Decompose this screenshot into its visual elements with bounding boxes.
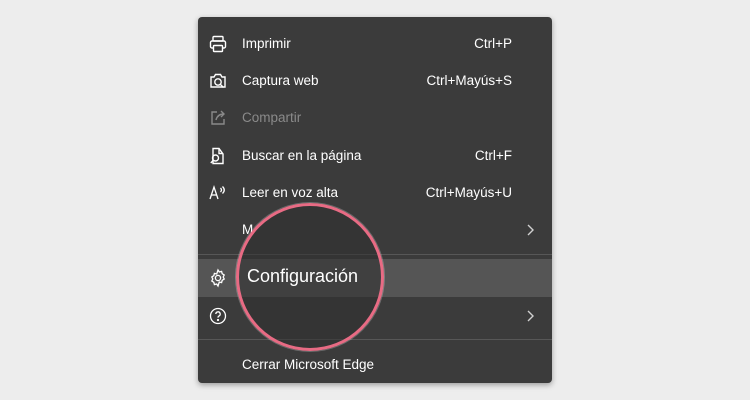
chevron-right-icon: [527, 310, 534, 321]
read-aloud-icon: [207, 182, 229, 204]
printer-icon: [207, 33, 229, 55]
menu-item-read-aloud[interactable]: Leer en voz alta Ctrl+Mayús+U: [198, 174, 552, 211]
menu-item-label: Cerrar Microsoft Edge: [242, 357, 375, 372]
menu-item-find-on-page[interactable]: Buscar en la página Ctrl+F: [198, 137, 552, 174]
menu-item-label: Captura web: [242, 73, 319, 88]
menu-item-label: Imprimir: [242, 36, 291, 51]
menu-item-label: Compartir: [242, 110, 302, 125]
menu-item-web-capture[interactable]: Captura web Ctrl+Mayús+S: [198, 62, 552, 99]
menu-item-shortcut: Ctrl+Mayús+S: [426, 73, 512, 88]
menu-item-label: Buscar en la página: [242, 148, 362, 163]
menu-divider: [198, 254, 552, 255]
menu-divider: [198, 339, 552, 340]
menu-item-shortcut: Ctrl+F: [474, 148, 512, 163]
menu-item-label: M: [242, 222, 254, 237]
menu-item-close-edge[interactable]: Cerrar Microsoft Edge: [198, 346, 552, 383]
menu-item-share[interactable]: Compartir: [198, 99, 552, 136]
menu-item-shortcut: Ctrl+P: [474, 36, 512, 51]
web-capture-icon: [207, 70, 229, 92]
menu-item-help[interactable]: [198, 297, 552, 334]
gear-icon: [207, 267, 229, 289]
help-icon: [207, 305, 229, 327]
settings-label: Configuración: [247, 266, 359, 286]
menu-item-print[interactable]: Imprimir Ctrl+P: [198, 25, 552, 62]
browser-settings-menu: Imprimir Ctrl+P Captura web Ctrl+Mayús+S…: [198, 17, 552, 383]
menu-item-more-tools[interactable]: M: [198, 211, 552, 248]
menu-item-shortcut: Ctrl+Mayús+U: [425, 185, 512, 200]
find-on-page-icon: [207, 145, 229, 167]
menu-item-label: Leer en voz alta: [242, 185, 339, 200]
share-icon: [207, 107, 229, 129]
chevron-right-icon: [527, 224, 534, 235]
